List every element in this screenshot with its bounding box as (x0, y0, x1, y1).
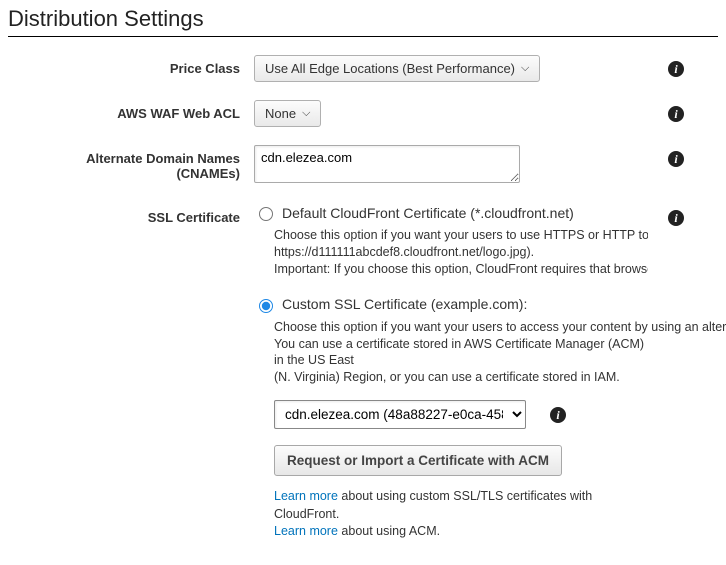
chevron-down-icon: ⌵ (302, 107, 310, 120)
request-certificate-button[interactable]: Request or Import a Certificate with ACM (274, 445, 562, 476)
radio-custom-cert-label: Custom SSL Certificate (example.com): (282, 296, 527, 312)
info-icon[interactable]: i (668, 151, 684, 167)
learn-more-cloudfront-link[interactable]: Learn more (274, 489, 338, 503)
info-icon[interactable]: i (668, 210, 684, 226)
label-cnames: Alternate Domain Names (CNAMEs) (8, 145, 254, 181)
row-cnames: Alternate Domain Names (CNAMEs) cdn.elez… (8, 145, 718, 186)
help-custom-cert: Choose this option if you want your user… (274, 319, 648, 387)
radio-custom-cert-row: Custom SSL Certificate (example.com): (254, 296, 648, 313)
row-waf: AWS WAF Web ACL None ⌵ i (8, 100, 718, 127)
info-icon[interactable]: i (668, 61, 684, 77)
label-waf: AWS WAF Web ACL (8, 100, 254, 121)
select-waf[interactable]: None ⌵ (254, 100, 321, 127)
radio-default-cert[interactable] (259, 207, 273, 221)
row-ssl: SSL Certificate Default CloudFront Certi… (8, 204, 718, 541)
input-cnames[interactable]: cdn.elezea.com (254, 145, 520, 183)
select-waf-value: None (265, 106, 296, 121)
label-price-class: Price Class (8, 55, 254, 76)
select-certificate[interactable]: cdn.elezea.com (48a88227-e0ca-4586-8...) (274, 400, 526, 429)
select-price-class-value: Use All Edge Locations (Best Performance… (265, 61, 515, 76)
page-title: Distribution Settings (8, 6, 718, 32)
learn-more-block: Learn more about using custom SSL/TLS ce… (274, 488, 648, 541)
row-price-class: Price Class Use All Edge Locations (Best… (8, 55, 718, 82)
learn-more-acm-link[interactable]: Learn more (274, 524, 338, 538)
label-ssl: SSL Certificate (8, 204, 254, 225)
select-price-class[interactable]: Use All Edge Locations (Best Performance… (254, 55, 540, 82)
info-icon[interactable]: i (668, 106, 684, 122)
info-icon[interactable]: i (550, 407, 566, 423)
chevron-down-icon: ⌵ (521, 62, 529, 75)
help-default-cert: Choose this option if you want your user… (274, 227, 648, 278)
radio-default-cert-row: Default CloudFront Certificate (*.cloudf… (254, 204, 648, 221)
title-divider (8, 36, 718, 37)
radio-custom-cert[interactable] (259, 299, 273, 313)
radio-default-cert-label: Default CloudFront Certificate (*.cloudf… (282, 205, 574, 221)
